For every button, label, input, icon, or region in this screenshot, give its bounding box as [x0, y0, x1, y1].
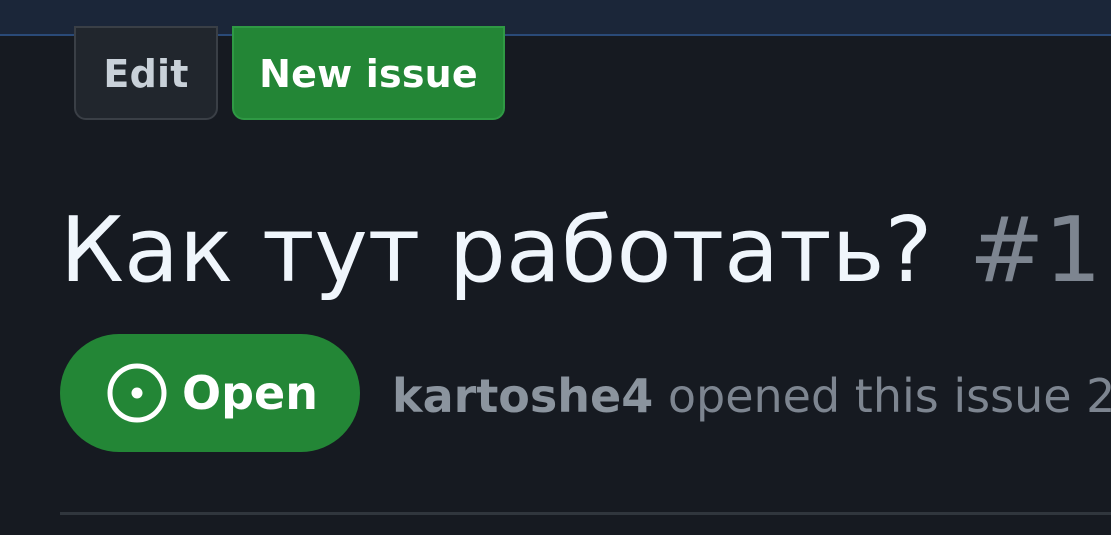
issue-page: Edit New issue Как тут работать? #1 Open…: [0, 0, 1111, 535]
issue-title-text: Как тут работать?: [60, 198, 933, 303]
issue-opened-icon: [107, 363, 167, 423]
header-divider: [60, 512, 1111, 515]
issue-title: Как тут работать? #1: [60, 196, 1102, 306]
edit-button[interactable]: Edit: [74, 26, 218, 120]
issue-state-badge: Open: [60, 334, 360, 452]
issue-number: #1: [969, 198, 1102, 303]
issue-meta: kartoshe4 opened this issue 2 d: [392, 366, 1111, 426]
issue-state-label: Open: [182, 366, 318, 420]
issue-meta-text: opened this issue 2 d: [653, 369, 1111, 423]
issue-author-link[interactable]: kartoshe4: [392, 369, 653, 423]
new-issue-button[interactable]: New issue: [232, 26, 505, 120]
